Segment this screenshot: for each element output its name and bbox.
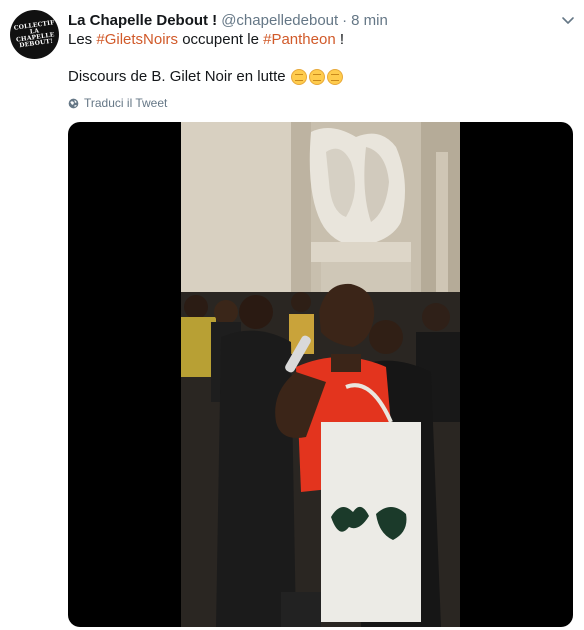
- separator-dot: ·: [342, 11, 348, 29]
- hashtag-link[interactable]: #GiletsNoirs: [96, 31, 178, 48]
- chevron-down-icon[interactable]: [560, 12, 576, 28]
- tweet-text: Discours de B. Gilet Noir en lutte: [68, 68, 286, 85]
- tweet-text: occupent le: [178, 31, 264, 48]
- raised-fist-emoji-icon: [326, 68, 343, 85]
- emoji-group: [290, 68, 345, 85]
- tweet-text-line-2: Discours de B. Gilet Noir en lutte: [68, 68, 345, 85]
- globe-icon: [68, 98, 79, 108]
- video-player[interactable]: [68, 122, 573, 627]
- video-frame-image: [181, 122, 460, 627]
- timestamp[interactable]: 8 min: [351, 12, 388, 29]
- raised-fist-emoji-icon: [308, 68, 325, 85]
- avatar[interactable]: COLLECTIF LA CHAPELLE DEBOUT!: [10, 10, 59, 59]
- tweet-text: !: [335, 31, 345, 48]
- tweet-header: La Chapelle Debout ! @chapelledebout · 8…: [68, 10, 554, 30]
- tweet-text: Les: [68, 31, 97, 48]
- hashtag-link[interactable]: #Pantheon: [263, 31, 336, 48]
- display-name[interactable]: La Chapelle Debout !: [68, 12, 217, 29]
- tweet-text-line-1: Les #GiletsNoirs occupent le #Pantheon !: [68, 31, 344, 48]
- user-handle[interactable]: @chapelledebout: [221, 12, 338, 29]
- avatar-logo-text: COLLECTIF LA CHAPELLE DEBOUT!: [13, 19, 56, 49]
- translate-tweet-link[interactable]: Traduci il Tweet: [68, 96, 167, 110]
- raised-fist-emoji-icon: [290, 68, 307, 85]
- translate-label: Traduci il Tweet: [84, 96, 168, 110]
- video-frame: [181, 122, 460, 627]
- tweet-card: COLLECTIF LA CHAPELLE DEBOUT! La Chapell…: [0, 0, 584, 630]
